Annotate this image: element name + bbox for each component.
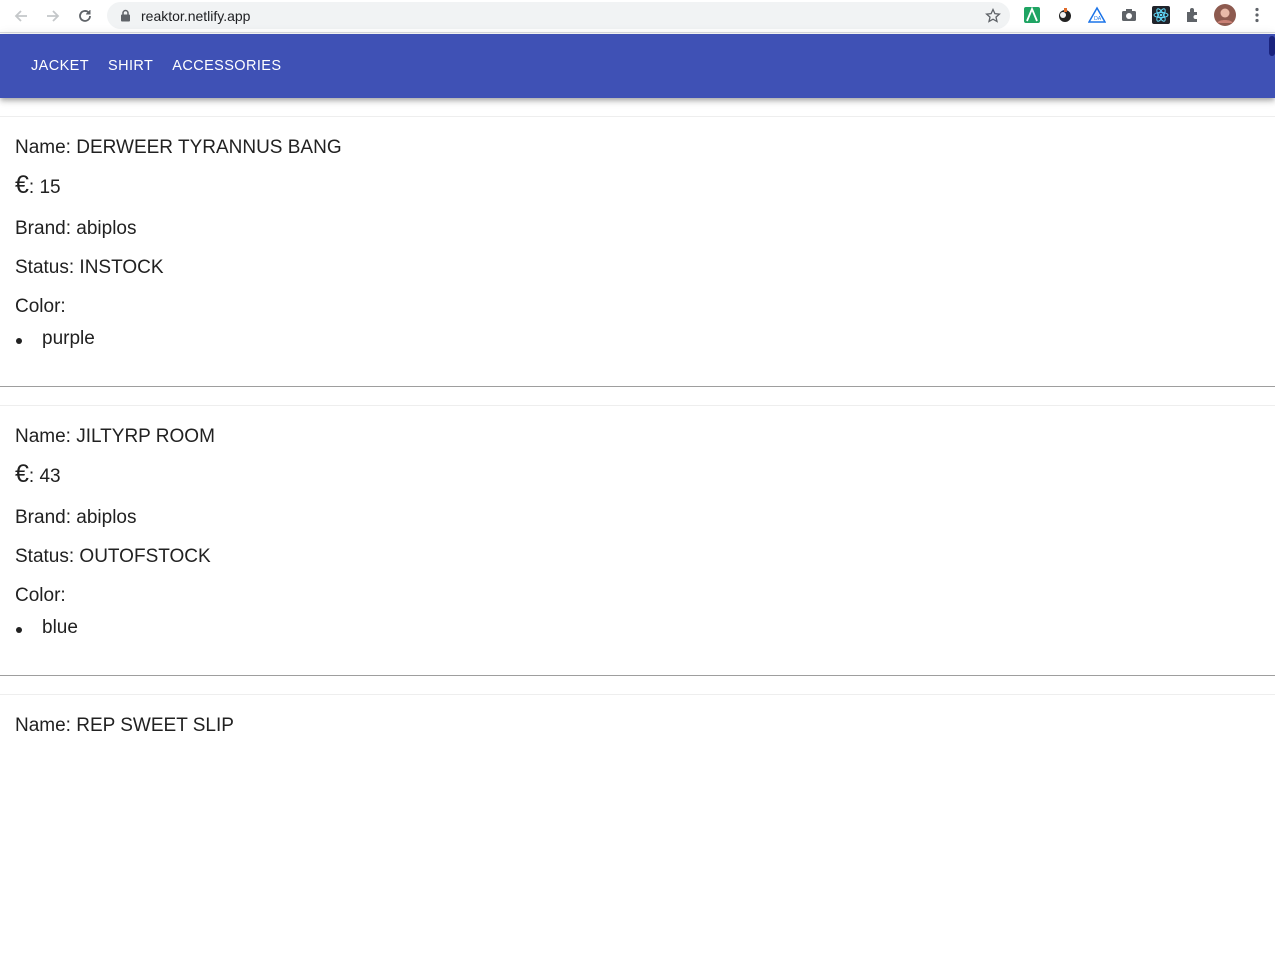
puzzle-extensions-icon[interactable]: [1183, 5, 1203, 25]
browser-toolbar: reaktor.netlify.app DA: [0, 0, 1275, 33]
price-value: 43: [39, 466, 61, 487]
name-label: Name:: [15, 715, 77, 736]
brand-value: abiplos: [76, 507, 137, 528]
product-name: Name: DERWEER TYRANNUS BANG: [15, 137, 342, 159]
divider: [0, 405, 1275, 406]
app-bar: JACKET SHIRT ACCESSORIES: [0, 34, 1275, 98]
brand-label: Brand:: [15, 218, 77, 239]
tab-shirt[interactable]: SHIRT: [100, 52, 161, 80]
divider: [0, 694, 1275, 695]
camera-icon[interactable]: [1119, 5, 1139, 25]
address-bar[interactable]: reaktor.netlify.app: [107, 2, 1010, 29]
name-value: REP SWEET SLIP: [76, 715, 234, 736]
name-label: Name:: [15, 426, 77, 447]
product-card: Name: DERWEER TYRANNUS BANG €: 15 Brand:…: [0, 98, 1275, 387]
url-text: reaktor.netlify.app: [141, 7, 251, 24]
lock-icon: [118, 9, 132, 23]
avatar[interactable]: [1213, 3, 1237, 27]
react-devtools-icon[interactable]: [1151, 5, 1171, 25]
extension-a-icon[interactable]: [1022, 5, 1042, 25]
divider: [0, 116, 1275, 117]
name-value: DERWEER TYRANNUS BANG: [76, 137, 342, 158]
reload-icon: [79, 10, 91, 22]
status-label: Status:: [15, 257, 80, 278]
product-price: €: 15: [15, 171, 61, 200]
product-status: Status: OUTOFSTOCK: [15, 546, 211, 568]
bookmark-star-icon[interactable]: [984, 7, 1002, 25]
brand-label: Brand:: [15, 507, 77, 528]
extension-triangle-icon[interactable]: DA: [1087, 5, 1107, 25]
product-name: Name: JILTYRP ROOM: [15, 426, 215, 448]
status-value: INSTOCK: [79, 257, 164, 278]
product-brand: Brand: abiplos: [15, 218, 136, 240]
product-card: Name: REP SWEET SLIP: [0, 676, 1275, 965]
product-list: Name: DERWEER TYRANNUS BANG €: 15 Brand:…: [0, 98, 1275, 965]
product-brand: Brand: abiplos: [15, 507, 136, 529]
price-separator: :: [28, 466, 40, 487]
euro-icon: €: [15, 171, 29, 199]
color-list: purple: [15, 328, 95, 350]
name-label: Name:: [15, 137, 77, 158]
extension-wolf-icon[interactable]: [1055, 5, 1075, 25]
price-value: 15: [39, 177, 61, 198]
product-status: Status: INSTOCK: [15, 257, 164, 279]
euro-icon: €: [15, 460, 29, 488]
arrow-right-icon: [47, 10, 60, 22]
price-separator: :: [28, 177, 40, 198]
scrollbar-thumb[interactable]: [1269, 36, 1275, 56]
kebab-menu-icon[interactable]: [1247, 5, 1267, 25]
status-value: OUTOFSTOCK: [79, 546, 211, 567]
product-name: Name: REP SWEET SLIP: [15, 715, 234, 737]
name-value: JILTYRP ROOM: [76, 426, 215, 447]
product-price: €: 43: [15, 460, 61, 489]
tab-accessories[interactable]: ACCESSORIES: [164, 52, 289, 80]
color-label: Color:: [15, 296, 66, 317]
product-card: Name: JILTYRP ROOM €: 43 Brand: abiplos …: [0, 387, 1275, 676]
forward-button[interactable]: [37, 1, 69, 31]
brand-value: abiplos: [76, 218, 137, 239]
reload-button[interactable]: [69, 1, 101, 31]
color-item: purple: [15, 328, 95, 350]
tab-jacket[interactable]: JACKET: [23, 52, 97, 80]
svg-text:DA: DA: [1094, 16, 1102, 22]
color-label: Color:: [15, 585, 66, 606]
back-button[interactable]: [5, 1, 37, 31]
arrow-left-icon: [14, 10, 27, 22]
status-label: Status:: [15, 546, 80, 567]
color-item: blue: [15, 617, 78, 639]
color-list: blue: [15, 617, 78, 639]
